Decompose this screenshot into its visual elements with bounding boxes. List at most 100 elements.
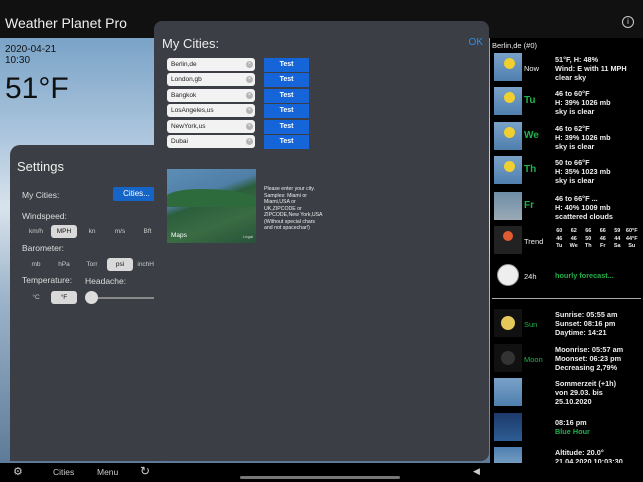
sun-icon [494, 87, 522, 115]
hourly-label: 24h [524, 272, 537, 281]
current-date: 2020-04-21 [5, 44, 57, 55]
clear-icon[interactable]: × [246, 92, 253, 99]
row-text: 50 to 66°F H: 35% 1023 mb sky is clear [555, 158, 611, 185]
clear-icon[interactable]: × [246, 138, 253, 145]
city-input[interactable]: Bangkok [167, 89, 255, 102]
temperature-option[interactable]: °C [23, 291, 49, 304]
tab-cities[interactable]: Cities [53, 467, 74, 477]
blue-hour-row[interactable]: 08:16 pm Blue Hour [490, 413, 643, 443]
popup-title: My Cities: [162, 36, 220, 51]
windspeed-option[interactable]: km/h [23, 225, 49, 238]
test-button[interactable]: Test [264, 135, 309, 149]
trend-day: Su [628, 243, 636, 249]
trend-day: Fr [600, 243, 606, 249]
trend-high: 60 [556, 228, 563, 234]
test-button[interactable]: Test [264, 73, 309, 87]
info-icon[interactable]: i [622, 16, 634, 28]
thermometer-icon [494, 226, 522, 254]
forecast-row-now[interactable]: Now 51°F, H: 48% Wind: E with 11 MPH cle… [490, 53, 643, 83]
back-arrow-icon[interactable]: ◀ [473, 466, 480, 477]
windspeed-option-selected[interactable]: MPH [51, 225, 77, 238]
clear-icon[interactable]: × [246, 107, 253, 114]
temperature-option-selected[interactable]: °F [51, 291, 77, 304]
hourly-row[interactable]: 24h hourly forecast... [490, 261, 643, 291]
trend-low: 46 [556, 235, 563, 242]
section-divider [492, 298, 641, 299]
moon-text: Moonrise: 05:57 am Moonset: 06:23 pm Dec… [555, 345, 624, 372]
forecast-row-day[interactable]: Th 50 to 66°F H: 35% 1023 mb sky is clea… [490, 156, 643, 186]
trend-low: 44°F [625, 235, 638, 242]
city-input[interactable]: London,gb [167, 73, 255, 86]
clock-icon [494, 261, 522, 289]
my-cities-popup: My Cities: OK Berlin,de × Test London,gb… [154, 21, 489, 461]
tab-menu[interactable]: Menu [97, 467, 118, 477]
city-input[interactable]: Dubai [167, 135, 255, 148]
row-text: 46 to 62°F H: 39% 1026 mb sky is clear [555, 124, 611, 151]
gear-icon[interactable]: ⚙ [13, 465, 29, 479]
maps-legal-link[interactable]: Legal [243, 234, 253, 239]
moon-label: Moon [524, 355, 543, 364]
settings-panel: Settings My Cities: Cities... Windspeed:… [10, 145, 160, 461]
city-row: London,gb × Test [167, 73, 309, 87]
test-button[interactable]: Test [264, 104, 309, 118]
trend-grid: 60 62 66 66 59 60°F 46 46 50 46 44 44°F … [552, 228, 642, 251]
hourly-link[interactable]: hourly forecast... [555, 271, 614, 280]
trend-row[interactable]: Trend 60 62 66 66 59 60°F 46 46 50 46 44… [490, 226, 643, 256]
trend-low: 46 [599, 235, 606, 242]
forecast-city-header: Berlin,de (#0) [492, 41, 538, 50]
sun-row[interactable]: Sun Sunrise: 05:55 am Sunset: 08:16 pm D… [490, 309, 643, 339]
trend-low: 46 [570, 235, 577, 242]
barometer-option[interactable]: hPa [51, 258, 77, 271]
clear-icon[interactable]: × [246, 61, 253, 68]
test-button[interactable]: Test [264, 120, 309, 134]
row-text: 51°F, H: 48% Wind: E with 11 MPH clear s… [555, 55, 627, 82]
test-button[interactable]: Test [264, 89, 309, 103]
forecast-panel: Berlin,de (#0) Now 51°F, H: 48% Wind: E … [490, 38, 643, 463]
city-row: Dubai × Test [167, 135, 309, 149]
altitude-row[interactable]: Altitude: 20.0° 21.04.2020 10:03:30 [490, 447, 643, 463]
forecast-row-day[interactable]: We 46 to 62°F H: 39% 1026 mb sky is clea… [490, 122, 643, 152]
clear-icon[interactable]: × [246, 123, 253, 130]
city-input[interactable]: NewYork,us [167, 120, 255, 133]
forecast-row-day[interactable]: Fr 46 to 66°F ... H: 40% 1009 mb scatter… [490, 192, 643, 222]
clear-icon[interactable]: × [246, 76, 253, 83]
barometer-option-selected[interactable]: psi [107, 258, 133, 271]
row-text: 46 to 66°F ... H: 40% 1009 mb scattered … [555, 194, 613, 221]
altitude-text: Altitude: 20.0° 21.04.2020 10:03:30 [555, 448, 623, 463]
trend-lows: 46 46 50 46 44 44°F [552, 236, 642, 244]
barometer-option[interactable]: Torr [79, 258, 105, 271]
city-row: Berlin,de × Test [167, 58, 309, 72]
sun-text: Sunrise: 05:55 am Sunset: 08:16 pm Dayti… [555, 310, 618, 337]
blue-hour-time: 08:16 pm [555, 418, 587, 427]
dst-text: Sommerzeit (+1h) von 29.03. bis 25.10.20… [555, 379, 617, 406]
trend-day: We [569, 243, 578, 249]
barometer-option[interactable]: mb [23, 258, 49, 271]
test-button[interactable]: Test [264, 58, 309, 72]
map-view[interactable]: Maps Legal [167, 169, 256, 243]
moon-row[interactable]: Moon Moonrise: 05:57 am Moonset: 06:23 p… [490, 344, 643, 374]
dst-row[interactable]: Sommerzeit (+1h) von 29.03. bis 25.10.20… [490, 378, 643, 408]
trend-label: Trend [524, 237, 544, 246]
windspeed-option[interactable]: kn [79, 225, 105, 238]
headache-slider-track[interactable] [94, 297, 160, 299]
app-title: Weather Planet Pro [5, 15, 127, 31]
cloud-icon [494, 192, 522, 220]
moon-icon [494, 344, 522, 372]
bottom-tab-bar: ⚙ Cities Menu ↻ ◀ [0, 463, 643, 482]
trend-days: Tu We Th Fr Sa Su [552, 243, 642, 251]
sun-icon [494, 122, 522, 150]
forecast-row-day[interactable]: Tu 46 to 60°F H: 39% 1026 mb sky is clea… [490, 87, 643, 117]
trend-low: 50 [585, 235, 592, 242]
ok-button[interactable]: OK [469, 37, 483, 48]
headache-slider-knob[interactable] [85, 291, 98, 304]
city-input[interactable]: Berlin,de [167, 58, 255, 71]
row-label: Now [524, 64, 540, 73]
windspeed-option[interactable]: m/s [107, 225, 133, 238]
refresh-icon[interactable]: ↻ [140, 464, 150, 478]
trend-high: 60°F [625, 228, 638, 234]
cities-button[interactable]: Cities... [113, 187, 160, 201]
city-input[interactable]: LosAngeles,us [167, 104, 255, 117]
sun-label: Sun [524, 320, 538, 329]
temperature-label: Temperature: [22, 275, 73, 285]
blue-hour-label: Blue Hour [555, 427, 590, 436]
